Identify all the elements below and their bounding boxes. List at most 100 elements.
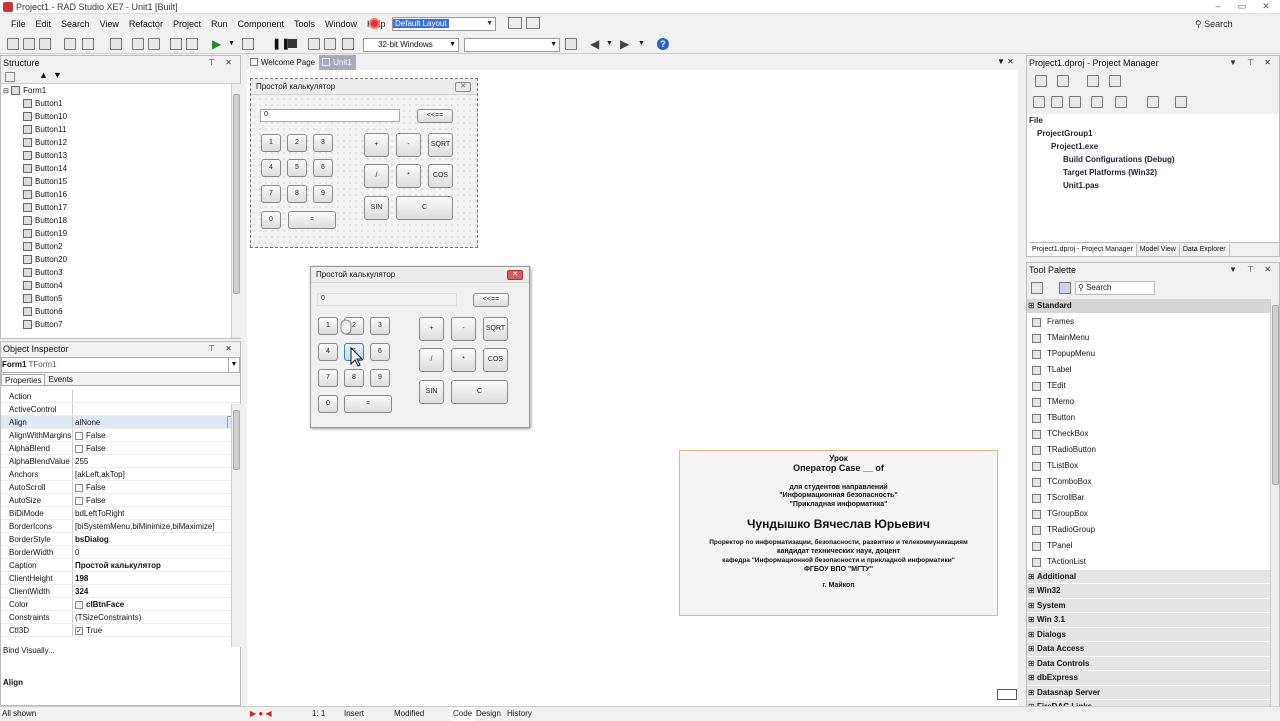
tab-properties[interactable]: Properties xyxy=(1,374,46,385)
pm-view-icon[interactable] xyxy=(1147,96,1159,108)
palette-category[interactable]: Data Controls xyxy=(1027,656,1279,671)
pm-filter-icon[interactable] xyxy=(1175,96,1187,108)
property-value[interactable]: bdLeftToRight xyxy=(73,507,240,519)
subtab-project-manager[interactable]: Project1.dproj - Project Manager xyxy=(1029,244,1137,256)
pm-sync-icon[interactable] xyxy=(1033,96,1045,108)
design-digit-8[interactable]: 8 xyxy=(287,185,307,203)
tree-item[interactable]: Button18 xyxy=(23,214,240,227)
platform-combo[interactable]: 32-bit Windows ▼ xyxy=(363,38,459,52)
oi-pin-icon[interactable]: ⊤ ✕ xyxy=(208,342,236,356)
palette-category[interactable]: Win 3.1 xyxy=(1027,613,1279,628)
design-digit-4[interactable]: 4 xyxy=(261,159,281,177)
pm-collapse-icon[interactable] xyxy=(1069,96,1081,108)
tree-item[interactable]: Button3 xyxy=(23,266,240,279)
bind-visually-link[interactable]: Bind Visually... xyxy=(3,646,55,655)
collapse-icon[interactable] xyxy=(5,72,15,82)
palette-item[interactable]: TScrollBar xyxy=(1027,490,1279,506)
forward-dropdown-icon[interactable]: ▼ xyxy=(638,40,645,47)
new-icon[interactable] xyxy=(7,38,19,50)
open-project-icon[interactable] xyxy=(39,38,51,50)
palette-pin-icon[interactable]: ▼ ⊤ ✕ xyxy=(1229,263,1275,277)
oi-scrollbar[interactable] xyxy=(231,404,241,647)
design-digit-6[interactable]: 6 xyxy=(313,159,333,177)
design-equals-button[interactable]: = xyxy=(288,211,336,229)
pm-options-icon[interactable] xyxy=(1109,75,1121,87)
tree-item[interactable]: Button11 xyxy=(23,123,240,136)
menu-tools[interactable]: Tools xyxy=(289,14,320,34)
palette-item[interactable]: TLabel xyxy=(1027,362,1279,378)
checkbox-icon[interactable] xyxy=(75,444,83,453)
palette-item[interactable]: TActionList xyxy=(1027,554,1279,570)
stop-icon[interactable] xyxy=(288,39,297,48)
palette-item[interactable]: TGroupBox xyxy=(1027,506,1279,522)
property-value[interactable] xyxy=(73,390,240,402)
running-form-close-icon[interactable]: ✕ xyxy=(507,270,523,280)
tree-item[interactable]: Button13 xyxy=(23,149,240,162)
menu-refactor[interactable]: Refactor xyxy=(124,14,168,34)
palette-category[interactable]: Win32 xyxy=(1027,584,1279,599)
pm-remove-icon[interactable] xyxy=(1087,75,1099,87)
maximize-button[interactable]: ▭ xyxy=(1232,0,1252,12)
palette-item[interactable]: TMemo xyxy=(1027,394,1279,410)
design-digit-0[interactable]: 0 xyxy=(261,211,281,229)
property-row[interactable]: AlignalNone▼ xyxy=(1,416,240,429)
remove-from-project-icon[interactable] xyxy=(186,38,198,50)
run-multiply-button[interactable]: * xyxy=(451,348,476,372)
palette-item[interactable]: TButton xyxy=(1027,410,1279,426)
design-back-button[interactable]: <<== xyxy=(417,109,453,123)
reopen-icon[interactable] xyxy=(82,38,94,50)
pm-item-target-platforms[interactable]: Target Platforms (Win32) xyxy=(1029,166,1279,179)
tree-item[interactable]: Button2 xyxy=(23,240,240,253)
set-layout-icon[interactable] xyxy=(526,17,540,29)
run-cos-button[interactable]: COS xyxy=(483,348,508,372)
palette-item[interactable]: TRadioGroup xyxy=(1027,522,1279,538)
property-value[interactable]: False xyxy=(73,494,240,506)
run-digit-6[interactable]: 6 xyxy=(370,343,390,361)
property-value[interactable]: 0 xyxy=(73,546,240,558)
run-digit-1[interactable]: 1 xyxy=(318,317,338,335)
menu-file[interactable]: File xyxy=(6,14,31,34)
property-value[interactable]: [biSystemMenu,biMinimize,biMaximize] xyxy=(73,520,240,532)
tree-root[interactable]: ⊟ Form1 xyxy=(3,84,240,97)
view-tab-design[interactable]: Design xyxy=(474,707,503,721)
palette-item[interactable]: TEdit xyxy=(1027,378,1279,394)
design-multiply-button[interactable]: * xyxy=(396,164,421,188)
run-equals-button[interactable]: = xyxy=(344,395,392,413)
tree-item[interactable]: Button4 xyxy=(23,279,240,292)
palette-category[interactable]: Data Access xyxy=(1027,642,1279,657)
trace-into-icon[interactable] xyxy=(308,38,320,50)
property-value[interactable]: [akLeft,akTop] xyxy=(73,468,240,480)
menu-edit[interactable]: Edit xyxy=(31,14,57,34)
run-icon[interactable]: ▶ xyxy=(212,38,221,50)
subtab-data-explorer[interactable]: Data Explorer xyxy=(1180,244,1230,256)
help-icon[interactable]: ? xyxy=(657,38,669,50)
run-digit-3[interactable]: 3 xyxy=(370,317,390,335)
pm-item-build-config[interactable]: Build Configurations (Debug) xyxy=(1029,153,1279,166)
forward-arrow-icon[interactable]: ▶ xyxy=(620,37,629,51)
design-cos-button[interactable]: COS xyxy=(428,164,453,188)
tree-item[interactable]: Button10 xyxy=(23,110,240,123)
palette-item[interactable]: TListBox xyxy=(1027,458,1279,474)
close-file-icon[interactable] xyxy=(148,38,160,50)
design-display-edit[interactable]: 0 xyxy=(260,109,400,122)
property-row[interactable]: Color clBtnFace xyxy=(1,598,240,611)
view-tab-history[interactable]: History xyxy=(505,707,534,721)
close-button[interactable]: ✕ xyxy=(1256,0,1276,12)
palette-categories-icon[interactable] xyxy=(1031,282,1043,294)
deploy-icon[interactable] xyxy=(565,38,577,50)
property-value[interactable]: 255 xyxy=(73,455,240,467)
palette-category[interactable]: Additional xyxy=(1027,569,1279,584)
tree-item[interactable]: Button12 xyxy=(23,136,240,149)
property-row[interactable]: Ctl3D ✓ True xyxy=(1,624,240,637)
design-plus-button[interactable]: + xyxy=(364,133,389,157)
property-value[interactable]: 198 xyxy=(73,572,240,584)
add-to-project-icon[interactable] xyxy=(170,38,182,50)
tree-item[interactable]: Button20 xyxy=(23,253,240,266)
tab-welcome-page[interactable]: Welcome Page xyxy=(247,55,319,70)
open-icon[interactable] xyxy=(23,38,35,50)
run-digit-7[interactable]: 7 xyxy=(318,369,338,387)
design-digit-9[interactable]: 9 xyxy=(313,185,333,203)
run-to-cursor-icon[interactable] xyxy=(342,38,354,50)
property-row[interactable]: AutoSize False xyxy=(1,494,240,507)
checkbox-icon[interactable] xyxy=(75,431,83,440)
